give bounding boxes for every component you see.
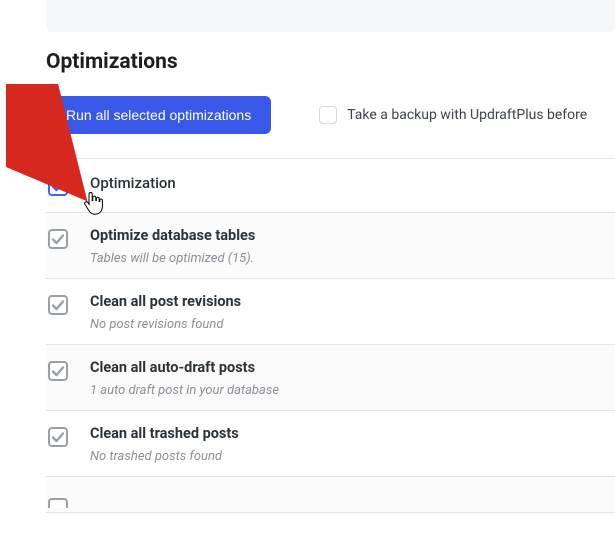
run-all-optimizations-button[interactable]: Run all selected optimizations [46, 96, 271, 134]
table-row: Optimize database tables Tables will be … [46, 213, 615, 279]
column-header-optimization: Optimization [90, 174, 605, 192]
row-desc: Tables will be optimized (15). [90, 251, 605, 266]
row-checkbox[interactable] [48, 361, 68, 381]
row-title: Clean all auto-draft posts [90, 359, 605, 376]
table-row: Clean all auto-draft posts 1 auto draft … [46, 345, 615, 411]
backup-option: Take a backup with UpdraftPlus before [319, 106, 587, 124]
row-title: Optimize database tables [90, 227, 605, 244]
table-header-row: Optimization [46, 159, 615, 213]
row-desc: 1 auto draft post in your database [90, 383, 605, 398]
table-row: Clean all post revisions No post revisio… [46, 279, 615, 345]
row-checkbox[interactable] [48, 427, 68, 447]
row-desc: No trashed posts found [90, 449, 605, 464]
row-title: Clean all trashed posts [90, 425, 605, 442]
backup-checkbox[interactable] [319, 106, 337, 124]
table-row: Clean all trashed posts No trashed posts… [46, 411, 615, 477]
check-icon [51, 364, 65, 378]
check-icon [51, 298, 65, 312]
section-title: Optimizations [46, 50, 615, 74]
select-all-checkbox[interactable] [48, 176, 68, 196]
row-checkbox[interactable] [48, 229, 68, 249]
check-icon [51, 430, 65, 444]
row-title: Clean all post revisions [90, 293, 605, 310]
check-icon [51, 179, 65, 193]
optimizations-table: Optimization Optimize database tables Ta… [46, 158, 615, 513]
row-checkbox[interactable] [48, 498, 68, 508]
table-row [46, 477, 615, 513]
top-banner-placeholder [46, 0, 615, 32]
actions-row: Run all selected optimizations Take a ba… [46, 96, 615, 134]
row-desc: No post revisions found [90, 317, 605, 332]
row-checkbox[interactable] [48, 295, 68, 315]
backup-label: Take a backup with UpdraftPlus before [347, 107, 587, 123]
check-icon [51, 232, 65, 246]
